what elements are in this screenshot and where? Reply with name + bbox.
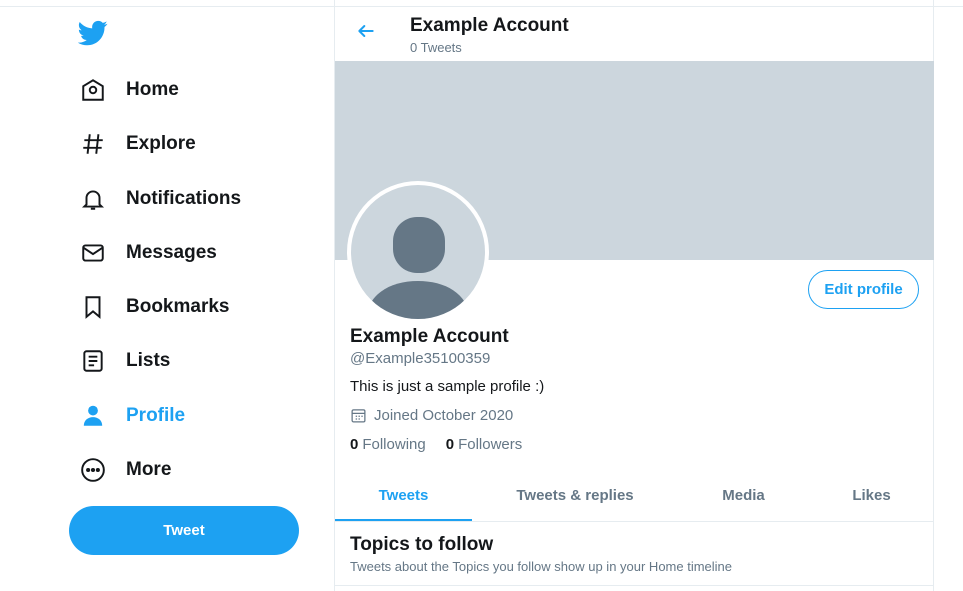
nav-label: More	[126, 459, 172, 480]
user-handle: @Example35100359	[350, 350, 491, 367]
nav-label: Notifications	[126, 188, 242, 209]
tab-tweets-replies[interactable]: Tweets & replies	[472, 470, 678, 521]
profile-header: Example Account 0 Tweets	[335, 6, 934, 60]
calendar-icon	[350, 406, 368, 424]
nav-item-profile[interactable]: Profile	[68, 394, 197, 438]
nav-item-explore[interactable]: Explore	[68, 122, 208, 166]
more-icon	[80, 457, 106, 483]
profile-column: Example Account 0 Tweets Edit profile Ex…	[334, 0, 934, 591]
join-date-text: Joined October 2020	[374, 406, 514, 424]
twitter-logo-icon[interactable]	[77, 18, 110, 50]
nav-label: Messages	[126, 242, 217, 263]
tab-media[interactable]: Media	[678, 470, 809, 521]
home-icon	[80, 77, 106, 103]
topics-description: Tweets about the Topics you follow show …	[350, 559, 733, 574]
nav-item-messages[interactable]: Messages	[68, 231, 229, 275]
followers-count: 0	[445, 436, 455, 453]
nav-label: Lists	[126, 350, 171, 371]
nav-label: Home	[126, 79, 179, 100]
envelope-icon	[80, 240, 106, 266]
default-avatar-icon	[351, 185, 485, 319]
nav-item-lists[interactable]: Lists	[68, 339, 182, 383]
display-name: Example Account	[350, 326, 509, 347]
follow-stats: 0 Following 0 Followers	[350, 436, 542, 453]
following-count: 0	[350, 436, 359, 453]
nav-label: Bookmarks	[126, 296, 230, 317]
nav-item-notifications[interactable]: Notifications	[68, 177, 253, 221]
following-link[interactable]: 0 Following	[350, 436, 426, 453]
nav-label: Explore	[126, 133, 196, 154]
bio: This is just a sample profile :)	[350, 378, 545, 395]
nav-item-more[interactable]: More	[68, 448, 183, 492]
bookmark-icon	[80, 294, 106, 320]
nav-item-bookmarks[interactable]: Bookmarks	[68, 285, 242, 329]
tweet-button[interactable]: Tweet	[69, 506, 299, 555]
hashtag-icon	[80, 131, 106, 157]
join-date: Joined October 2020	[350, 406, 513, 424]
avatar[interactable]	[347, 181, 489, 323]
edit-profile-button[interactable]: Edit profile	[808, 270, 919, 309]
followers-label: Followers	[458, 436, 523, 453]
tab-tweets[interactable]: Tweets	[335, 470, 472, 521]
profile-tabs: Tweets Tweets & replies Media Likes	[335, 470, 934, 522]
tab-likes[interactable]: Likes	[809, 470, 934, 521]
divider	[335, 585, 934, 586]
sidebar: Home Explore Notifications Messages Book…	[0, 0, 334, 591]
page-title: Example Account	[410, 15, 569, 36]
topics-heading: Topics to follow	[350, 534, 494, 555]
tweet-count: 0 Tweets	[410, 40, 462, 55]
following-label: Following	[362, 436, 426, 453]
nav-label: Profile	[126, 405, 186, 426]
person-icon	[80, 403, 106, 429]
followers-link[interactable]: 0 Followers	[446, 436, 523, 453]
arrow-left-icon	[356, 21, 376, 46]
nav-item-home[interactable]: Home	[68, 68, 191, 112]
list-icon	[80, 348, 106, 374]
bell-icon	[80, 186, 106, 212]
back-button[interactable]	[351, 18, 381, 48]
